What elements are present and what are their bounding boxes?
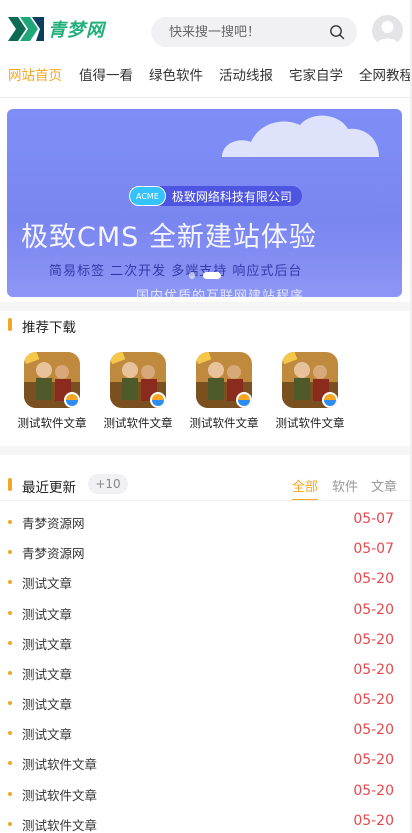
top-header: 青梦网 [0,0,412,62]
filter-tab-all[interactable]: 全部 [292,476,319,501]
list-item-date: 05-20 [353,813,394,829]
avatar-icon [376,21,399,46]
game-app-icon [282,352,338,408]
section-divider [0,446,412,455]
list-item-date: 05-20 [353,571,394,587]
user-avatar[interactable] [372,15,403,46]
list-item-title[interactable]: 青梦资源网 [22,513,85,532]
list-item-title[interactable]: 测试文章 [22,604,72,623]
bullet-icon [8,761,12,765]
app-card[interactable]: 测试软件文章 [98,352,178,431]
list-item-date: 05-20 [353,692,394,708]
section-marker [8,318,12,331]
list-item-title[interactable]: 测试文章 [22,694,72,713]
app-label: 测试软件文章 [189,416,259,430]
list-item-date: 05-20 [353,722,394,738]
app-label: 测试软件文章 [103,416,173,430]
list-item-title[interactable]: 测试软件文章 [22,754,97,773]
app-card[interactable]: 测试软件文章 [184,352,264,431]
bullet-icon [8,731,12,735]
list-item[interactable]: 测试文章 05-20 [0,600,412,630]
banner-carousel[interactable]: ACME 极致网络科技有限公司 极致CMS 全新建站体验 简易标签 二次开发 多… [7,109,402,297]
nav-item-home[interactable]: 网站首页 [8,66,62,96]
bullet-icon [8,792,12,796]
recommend-section-title: 推荐下载 [22,320,76,336]
bullet-icon [8,611,12,615]
search-icon[interactable] [329,24,345,40]
list-item-date: 05-20 [353,662,394,678]
search-box [151,17,357,47]
app-card[interactable]: 测试软件文章 [12,352,92,431]
filter-tab-articles[interactable]: 文章 [371,476,397,495]
app-label: 测试软件文章 [17,416,87,430]
game-app-icon [24,352,80,408]
site-logo[interactable]: 青梦网 [6,12,110,46]
logo-text: 青梦网 [48,20,105,41]
filter-tab-software[interactable]: 软件 [332,476,358,495]
list-item[interactable]: 测试文章 05-20 [0,660,412,690]
latest-section-title: 最近更新 [22,480,76,496]
bullet-icon [8,550,12,554]
game-app-icon [196,352,252,408]
banner-subtitle-secondary: 国内优质的互联网建站程序 [136,289,305,297]
game-app-icon [110,352,166,408]
bullet-icon [8,641,12,645]
nav-item-activity-news[interactable]: 活动线报 [219,66,273,96]
app-card[interactable]: 测试软件文章 [270,352,350,431]
search-input[interactable] [151,24,311,40]
list-item-title[interactable]: 测试文章 [22,664,72,683]
nav-item-self-study[interactable]: 宅家自学 [289,66,343,96]
list-item-title[interactable]: 测试软件文章 [22,785,97,804]
list-item[interactable]: 测试文章 05-20 [0,569,412,599]
list-item[interactable]: 测试文章 05-20 [0,630,412,660]
nav-item-worth-reading[interactable]: 值得一看 [79,66,133,96]
section-divider [0,302,412,311]
banner-subtitle: 简易标签 二次开发 多端支持 响应式后台 [49,264,303,279]
list-item-date: 05-07 [353,541,394,557]
list-item-date: 05-20 [353,783,394,799]
carousel-dot[interactable] [189,272,195,279]
list-item-title[interactable]: 测试文章 [22,634,72,653]
list-item[interactable]: 青梦资源网 05-07 [0,509,412,539]
list-item[interactable]: 测试文章 05-20 [0,690,412,720]
filter-underline-divider [0,500,412,501]
category-nav: 网站首页 值得一看 绿色软件 活动线报 宅家自学 全网教程 [0,62,412,98]
update-count-badge: +10 [88,474,128,494]
banner-company-badge: ACME 极致网络科技有限公司 [129,186,302,206]
list-item-date: 05-07 [353,511,394,527]
section-marker [8,478,12,491]
bullet-icon [8,520,12,524]
banner-badge-text: 极致网络科技有限公司 [171,189,292,204]
list-item-title[interactable]: 青梦资源网 [22,543,85,562]
banner-badge-tag: ACME [129,186,166,206]
list-item-title[interactable]: 测试软件文章 [22,815,97,833]
nav-item-green-software[interactable]: 绿色软件 [149,66,203,96]
list-item-date: 05-20 [353,602,394,618]
bullet-icon [8,580,12,584]
list-item[interactable]: 青梦资源网 05-07 [0,539,412,569]
list-item-date: 05-20 [353,752,394,768]
list-item[interactable]: 测试文章 05-20 [0,720,412,750]
nav-item-tutorials[interactable]: 全网教程 [359,66,412,96]
bullet-icon [8,671,12,675]
carousel-dot-active[interactable] [203,272,221,279]
list-item-title[interactable]: 测试文章 [22,573,72,592]
list-item[interactable]: 测试软件文章 05-20 [0,781,412,811]
bullet-icon [8,701,12,705]
list-item-title[interactable]: 测试文章 [22,724,72,743]
list-item[interactable]: 测试软件文章 05-20 [0,811,412,833]
app-label: 测试软件文章 [275,416,345,430]
banner-title: 极致CMS 全新建站体验 [21,222,317,253]
list-item[interactable]: 测试软件文章 05-20 [0,750,412,780]
logo-mark-icon [8,17,44,41]
list-item-date: 05-20 [353,632,394,648]
bullet-icon [8,822,12,826]
